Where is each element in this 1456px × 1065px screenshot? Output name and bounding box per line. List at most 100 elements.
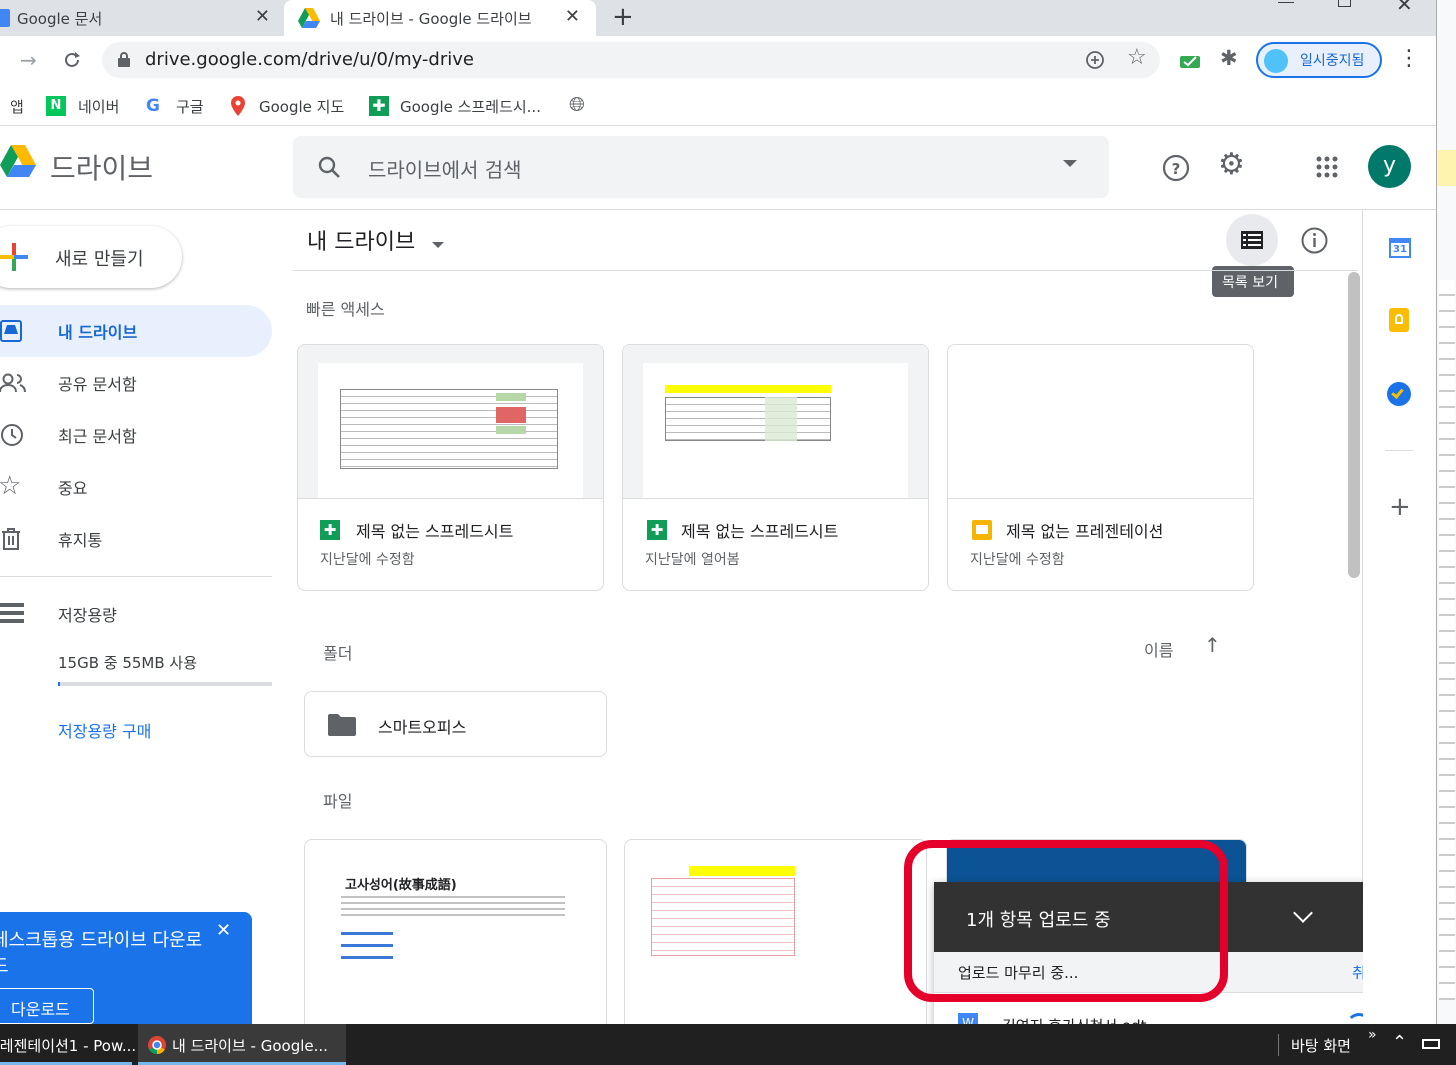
plus-icon <box>0 243 28 271</box>
folder-name: 스마트오피스 <box>378 718 467 737</box>
add-addon-icon[interactable]: + <box>1389 492 1411 522</box>
tray-expand-icon[interactable]: ⌃ <box>1392 1032 1407 1053</box>
nav-trash[interactable]: 휴지통 <box>0 513 272 565</box>
puzzle-icon[interactable]: ✱ <box>1220 46 1238 70</box>
sort-label[interactable]: 이름 <box>1144 637 1173 661</box>
settings-icon[interactable]: ⚙ <box>1218 147 1245 182</box>
tab-my-drive[interactable]: 내 드라이브 - Google 드라이브 ✕ <box>284 0 596 36</box>
quick-access-card[interactable]: ✚ 제목 없는 스프레드시트 지난달에 수정함 <box>297 344 604 591</box>
doc-preview-heading: 고사성어(故事成語) <box>345 878 457 893</box>
doc-preview-lines <box>341 896 565 916</box>
close-icon[interactable]: ✕ <box>255 6 270 27</box>
storage-usage-text: 15GB 중 55MB 사용 <box>58 654 198 672</box>
folder-item[interactable]: 스마트오피스 <box>304 691 607 757</box>
drive-logo-icon[interactable] <box>0 145 36 177</box>
sidebar-divider <box>0 576 272 577</box>
extension-icon[interactable] <box>1178 50 1202 70</box>
taskbar-item-label: 내 드라이브 - Google... <box>172 1037 328 1055</box>
file-card[interactable]: 고사성어(故事成語) <box>304 839 607 1039</box>
folders-label: 폴더 <box>323 644 353 663</box>
quick-access-label: 빠른 액세스 <box>306 300 385 319</box>
close-icon[interactable]: ✕ <box>216 920 231 941</box>
main-divider <box>293 270 1358 271</box>
storage-bar <box>58 682 272 686</box>
doc-preview-links <box>341 932 393 966</box>
search-options-icon[interactable] <box>1063 160 1077 167</box>
file-subtitle: 지난달에 열어봄 <box>645 552 740 568</box>
tooltip-text: 목록 보기 <box>1222 275 1278 291</box>
sheet-preview <box>318 363 583 498</box>
clock-icon <box>1 424 23 446</box>
new-tab-icon[interactable]: + <box>612 2 634 32</box>
desktop-label[interactable]: 바탕 화면 <box>1291 1035 1351 1056</box>
window-close-icon[interactable]: ✕ <box>1396 0 1413 16</box>
chevron-down-icon[interactable] <box>1293 903 1313 923</box>
tab-label: Google 문서 <box>17 10 103 28</box>
search-icon[interactable] <box>317 155 341 179</box>
list-view-icon <box>1241 231 1263 249</box>
google-icon: G <box>146 96 160 116</box>
nav-shared-with-me[interactable]: 공유 문서함 <box>0 357 272 409</box>
new-button[interactable]: 새로 만들기 <box>0 226 182 288</box>
forward-icon[interactable]: → <box>20 48 37 72</box>
nav-my-drive[interactable]: 내 드라이브 <box>0 305 272 357</box>
search-input[interactable]: 드라이브에서 검색 <box>368 154 522 183</box>
taskbar-divider <box>1278 1034 1279 1056</box>
tab-google-docs[interactable]: Google 문서 ✕ <box>0 0 282 36</box>
address-bar[interactable]: drive.google.com/drive/u/0/my-drive ☆ <box>102 42 1160 78</box>
background-window-strip <box>1437 150 1456 186</box>
nav-storage[interactable]: 저장용량 <box>0 596 272 630</box>
globe-icon[interactable]: 🌐︎ <box>569 92 585 116</box>
nav-starred[interactable]: ☆ 중요 <box>0 461 272 513</box>
scrollbar[interactable] <box>1348 272 1360 578</box>
slides-icon <box>972 520 992 540</box>
apps-grid-icon[interactable] <box>1316 156 1338 178</box>
bookmark-label: Google 스프레드시... <box>400 97 541 116</box>
avatar <box>1264 49 1288 73</box>
files-label: 파일 <box>323 792 353 811</box>
nav-recent[interactable]: 최근 문서함 <box>0 409 272 461</box>
calendar-icon[interactable]: 31 <box>1389 238 1411 258</box>
quick-access-card[interactable]: 제목 없는 프레젠테이션 지난달에 수정함 <box>947 344 1254 591</box>
file-card[interactable] <box>624 839 927 1039</box>
chevron-icon[interactable]: » <box>1368 1027 1377 1043</box>
star-icon[interactable]: ☆ <box>1127 45 1147 70</box>
battery-icon <box>1422 1039 1440 1049</box>
search-bar[interactable]: 드라이브에서 검색 <box>293 136 1109 198</box>
bookmark-apps[interactable]: 앱 <box>10 92 24 120</box>
sheets-icon: ✚ <box>369 96 389 116</box>
bookmark-google-maps[interactable]: Google 지도 <box>230 92 344 120</box>
bookmark-naver[interactable]: N 네이버 <box>46 92 119 120</box>
keep-icon[interactable] <box>1389 308 1409 332</box>
background-window-edge <box>1436 0 1456 1024</box>
account-avatar[interactable]: y <box>1368 145 1411 188</box>
naver-icon: N <box>46 96 66 116</box>
reload-icon[interactable] <box>62 50 82 70</box>
nav-label: 중요 <box>58 479 88 498</box>
help-icon[interactable]: ? <box>1162 154 1190 182</box>
tasks-icon[interactable] <box>1387 382 1411 406</box>
maximize-icon[interactable] <box>1338 0 1351 7</box>
quick-access-card[interactable]: ✚ 제목 없는 스프레드시트 지난달에 열어봄 <box>622 344 929 591</box>
close-icon[interactable]: ✕ <box>565 6 580 27</box>
profile-button[interactable]: 일시중지됨 <box>1256 42 1382 78</box>
bookmark-google-sheets[interactable]: ✚ Google 스프레드시... <box>369 92 541 120</box>
drive-header: 드라이브 드라이브에서 검색 ? ⚙ y <box>0 127 1436 210</box>
page-title[interactable]: 내 드라이브 <box>307 224 445 256</box>
taskbar-item-powerpoint[interactable]: 프레젠테이션1 - Pow... <box>0 1024 136 1065</box>
list-view-button[interactable] <box>1226 214 1278 266</box>
add-icon[interactable] <box>1086 51 1104 69</box>
download-button[interactable]: 다운로드 <box>0 988 94 1024</box>
arrow-up-icon[interactable]: ↑ <box>1204 633 1221 657</box>
taskbar-item-chrome[interactable]: 내 드라이브 - Google... <box>138 1024 346 1065</box>
drive-logo-text[interactable]: 드라이브 <box>50 147 153 187</box>
sheet-preview-header <box>665 385 831 393</box>
bookmark-google[interactable]: G 구글 <box>146 92 204 120</box>
star-icon: ☆ <box>0 471 22 501</box>
minimize-icon[interactable] <box>1278 2 1294 3</box>
sheet-preview-table <box>651 878 795 956</box>
more-vert-icon[interactable]: ⋮ <box>1398 46 1420 71</box>
buy-storage-link[interactable]: 저장용량 구매 <box>58 718 151 742</box>
avatar-letter: y <box>1382 153 1397 178</box>
info-icon[interactable] <box>1301 227 1328 254</box>
